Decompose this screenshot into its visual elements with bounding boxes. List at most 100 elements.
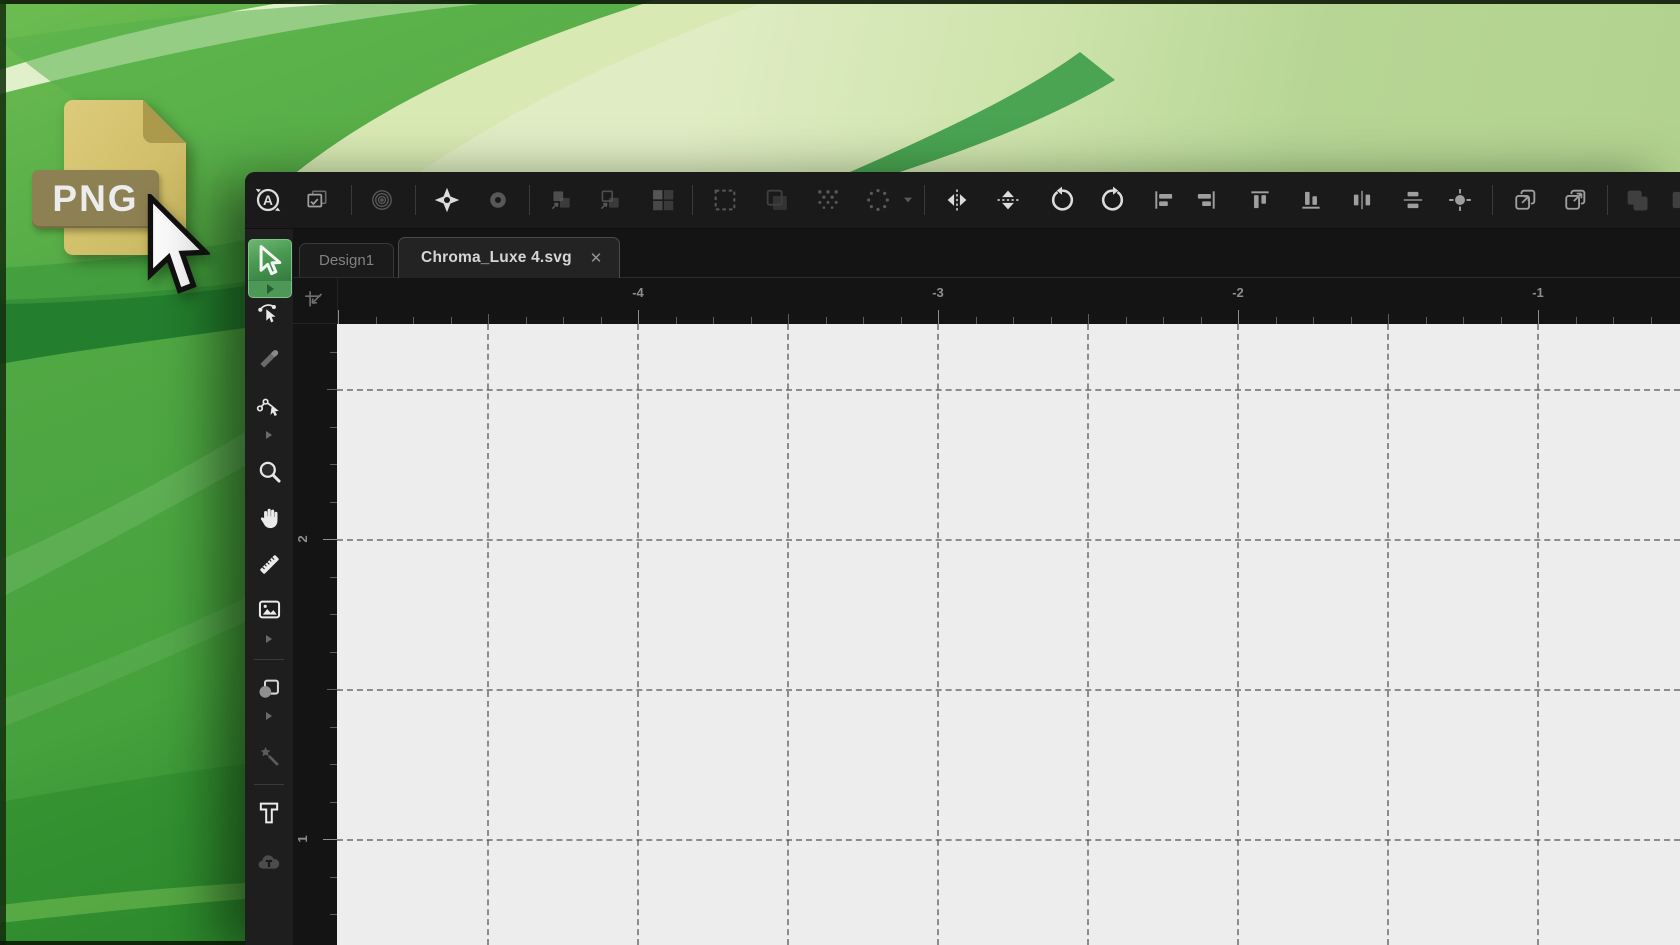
- select-arrow-icon: [249, 241, 289, 279]
- logo-a-rotate-icon[interactable]: A: [251, 183, 285, 217]
- tile-grid-icon[interactable]: [646, 183, 680, 217]
- ruler-label: -1: [1532, 285, 1544, 300]
- shape-flyout-caret[interactable]: [249, 709, 289, 723]
- tool-hand[interactable]: [249, 499, 289, 535]
- ruler-tick: [751, 317, 752, 324]
- png-file-label-banner[interactable]: PNG: [32, 170, 159, 228]
- ruler-horizontal[interactable]: -4-3-2-1: [338, 278, 1680, 324]
- ruler-tick: [863, 317, 864, 324]
- document-tab-bar: Design1 Chroma_Luxe 4.svg ✕: [293, 229, 1680, 278]
- tool-image[interactable]: [249, 591, 289, 627]
- halftone-pattern-icon[interactable]: [811, 183, 845, 217]
- flip-horizontal-icon[interactable]: [940, 183, 974, 217]
- symmetry-compass-icon[interactable]: [430, 183, 464, 217]
- tool-flyout-caret[interactable]: [249, 427, 289, 443]
- tool-column: [245, 229, 293, 945]
- rotate-cw-icon[interactable]: [1096, 183, 1130, 217]
- ruler-tick: [413, 317, 414, 324]
- tool-divider: [254, 659, 284, 660]
- ruler-tick: [1088, 314, 1089, 324]
- png-file-label: PNG: [52, 178, 138, 220]
- align-bottom-icon[interactable]: [1294, 183, 1328, 217]
- tool-knife[interactable]: [249, 341, 289, 377]
- tab-design1[interactable]: Design1: [299, 243, 394, 277]
- ruler-tick: [976, 317, 977, 324]
- clipped-edge-icon[interactable]: [1665, 183, 1680, 217]
- flyout-caret-icon: [267, 284, 274, 294]
- donut-ring-icon[interactable]: [481, 183, 515, 217]
- ruler-tick: [327, 689, 337, 690]
- concentric-rings-icon[interactable]: [365, 183, 399, 217]
- tool-magic-wand[interactable]: [249, 738, 289, 774]
- ruler-tick: [323, 839, 337, 840]
- ruler-tick: [338, 310, 339, 324]
- canvas[interactable]: [337, 324, 1680, 945]
- ruler-corner[interactable]: [293, 278, 338, 324]
- ruler-tick: [330, 352, 337, 353]
- grid-line-vertical: [1387, 324, 1389, 945]
- toolbar-divider: [415, 185, 416, 215]
- ruler-tick: [330, 727, 337, 728]
- tab-close-icon[interactable]: ✕: [590, 251, 603, 266]
- ruler-tick: [330, 802, 337, 803]
- ruler-tick: [1651, 317, 1652, 324]
- tab-label: Design1: [319, 252, 374, 269]
- tool-shape[interactable]: [249, 670, 289, 706]
- marquee-select-icon[interactable]: [708, 183, 742, 217]
- ruler-tick: [323, 539, 337, 540]
- dotted-circle-dropdown-caret-icon[interactable]: [901, 183, 915, 217]
- toolbar-divider: [924, 185, 925, 215]
- tool-select[interactable]: [248, 239, 292, 280]
- distribute-vertical-icon[interactable]: [1396, 183, 1430, 217]
- boolean-union-icon[interactable]: [1620, 183, 1654, 217]
- flip-vertical-icon[interactable]: [991, 183, 1025, 217]
- align-right-icon[interactable]: [1189, 183, 1223, 217]
- ruler-vertical[interactable]: 21: [293, 324, 337, 945]
- align-center-point-icon[interactable]: [1443, 183, 1477, 217]
- tab-chroma-luxe[interactable]: Chroma_Luxe 4.svg ✕: [398, 237, 619, 278]
- duplicate-style-1-icon[interactable]: [544, 183, 578, 217]
- tool-measure[interactable]: [249, 546, 289, 582]
- tool-text-cloud[interactable]: [249, 843, 289, 879]
- ruler-label: -2: [1232, 285, 1244, 300]
- caret-right-icon: [266, 712, 272, 720]
- ruler-tick: [330, 464, 337, 465]
- dotted-circle-icon[interactable]: [861, 183, 895, 217]
- duplicate-style-2-icon[interactable]: [593, 183, 627, 217]
- paste-in-front-icon[interactable]: [1508, 183, 1542, 217]
- align-top-icon[interactable]: [1243, 183, 1277, 217]
- ruler-tick: [488, 314, 489, 324]
- tool-divider: [254, 784, 284, 785]
- logo-letter: A: [263, 193, 273, 208]
- align-left-icon[interactable]: [1147, 183, 1181, 217]
- grid-line-vertical: [637, 324, 639, 945]
- grid-line-vertical: [787, 324, 789, 945]
- paste-in-back-icon[interactable]: [1558, 183, 1592, 217]
- toolbar-divider: [529, 185, 530, 215]
- ruler-tick: [376, 317, 377, 324]
- ruler-tick: [563, 317, 564, 324]
- overlap-frames-icon[interactable]: [760, 183, 794, 217]
- ruler-tick: [1613, 317, 1614, 324]
- image-flyout-caret[interactable]: [249, 632, 289, 646]
- distribute-horizontal-icon[interactable]: [1345, 183, 1379, 217]
- ruler-tick: [1126, 317, 1127, 324]
- rotate-ccw-icon[interactable]: [1045, 183, 1079, 217]
- toolbar-divider: [692, 185, 693, 215]
- tool-text[interactable]: [249, 795, 289, 831]
- ruler-tick: [788, 314, 789, 324]
- ruler-tick: [1238, 310, 1239, 324]
- tool-node-select[interactable]: [249, 295, 289, 331]
- ruler-tick: [330, 577, 337, 578]
- tool-path-edit[interactable]: [249, 386, 289, 422]
- ruler-tick: [1538, 310, 1539, 324]
- ruler-tick: [1201, 317, 1202, 324]
- grid-line-vertical: [1237, 324, 1239, 945]
- toolbar-divider: [1492, 185, 1493, 215]
- image-export-icon[interactable]: [300, 183, 334, 217]
- caret-right-icon: [266, 635, 272, 643]
- tool-zoom[interactable]: [249, 453, 289, 489]
- ruler-tick: [330, 427, 337, 428]
- grid-line-vertical: [1087, 324, 1089, 945]
- caret-right-icon: [266, 431, 272, 439]
